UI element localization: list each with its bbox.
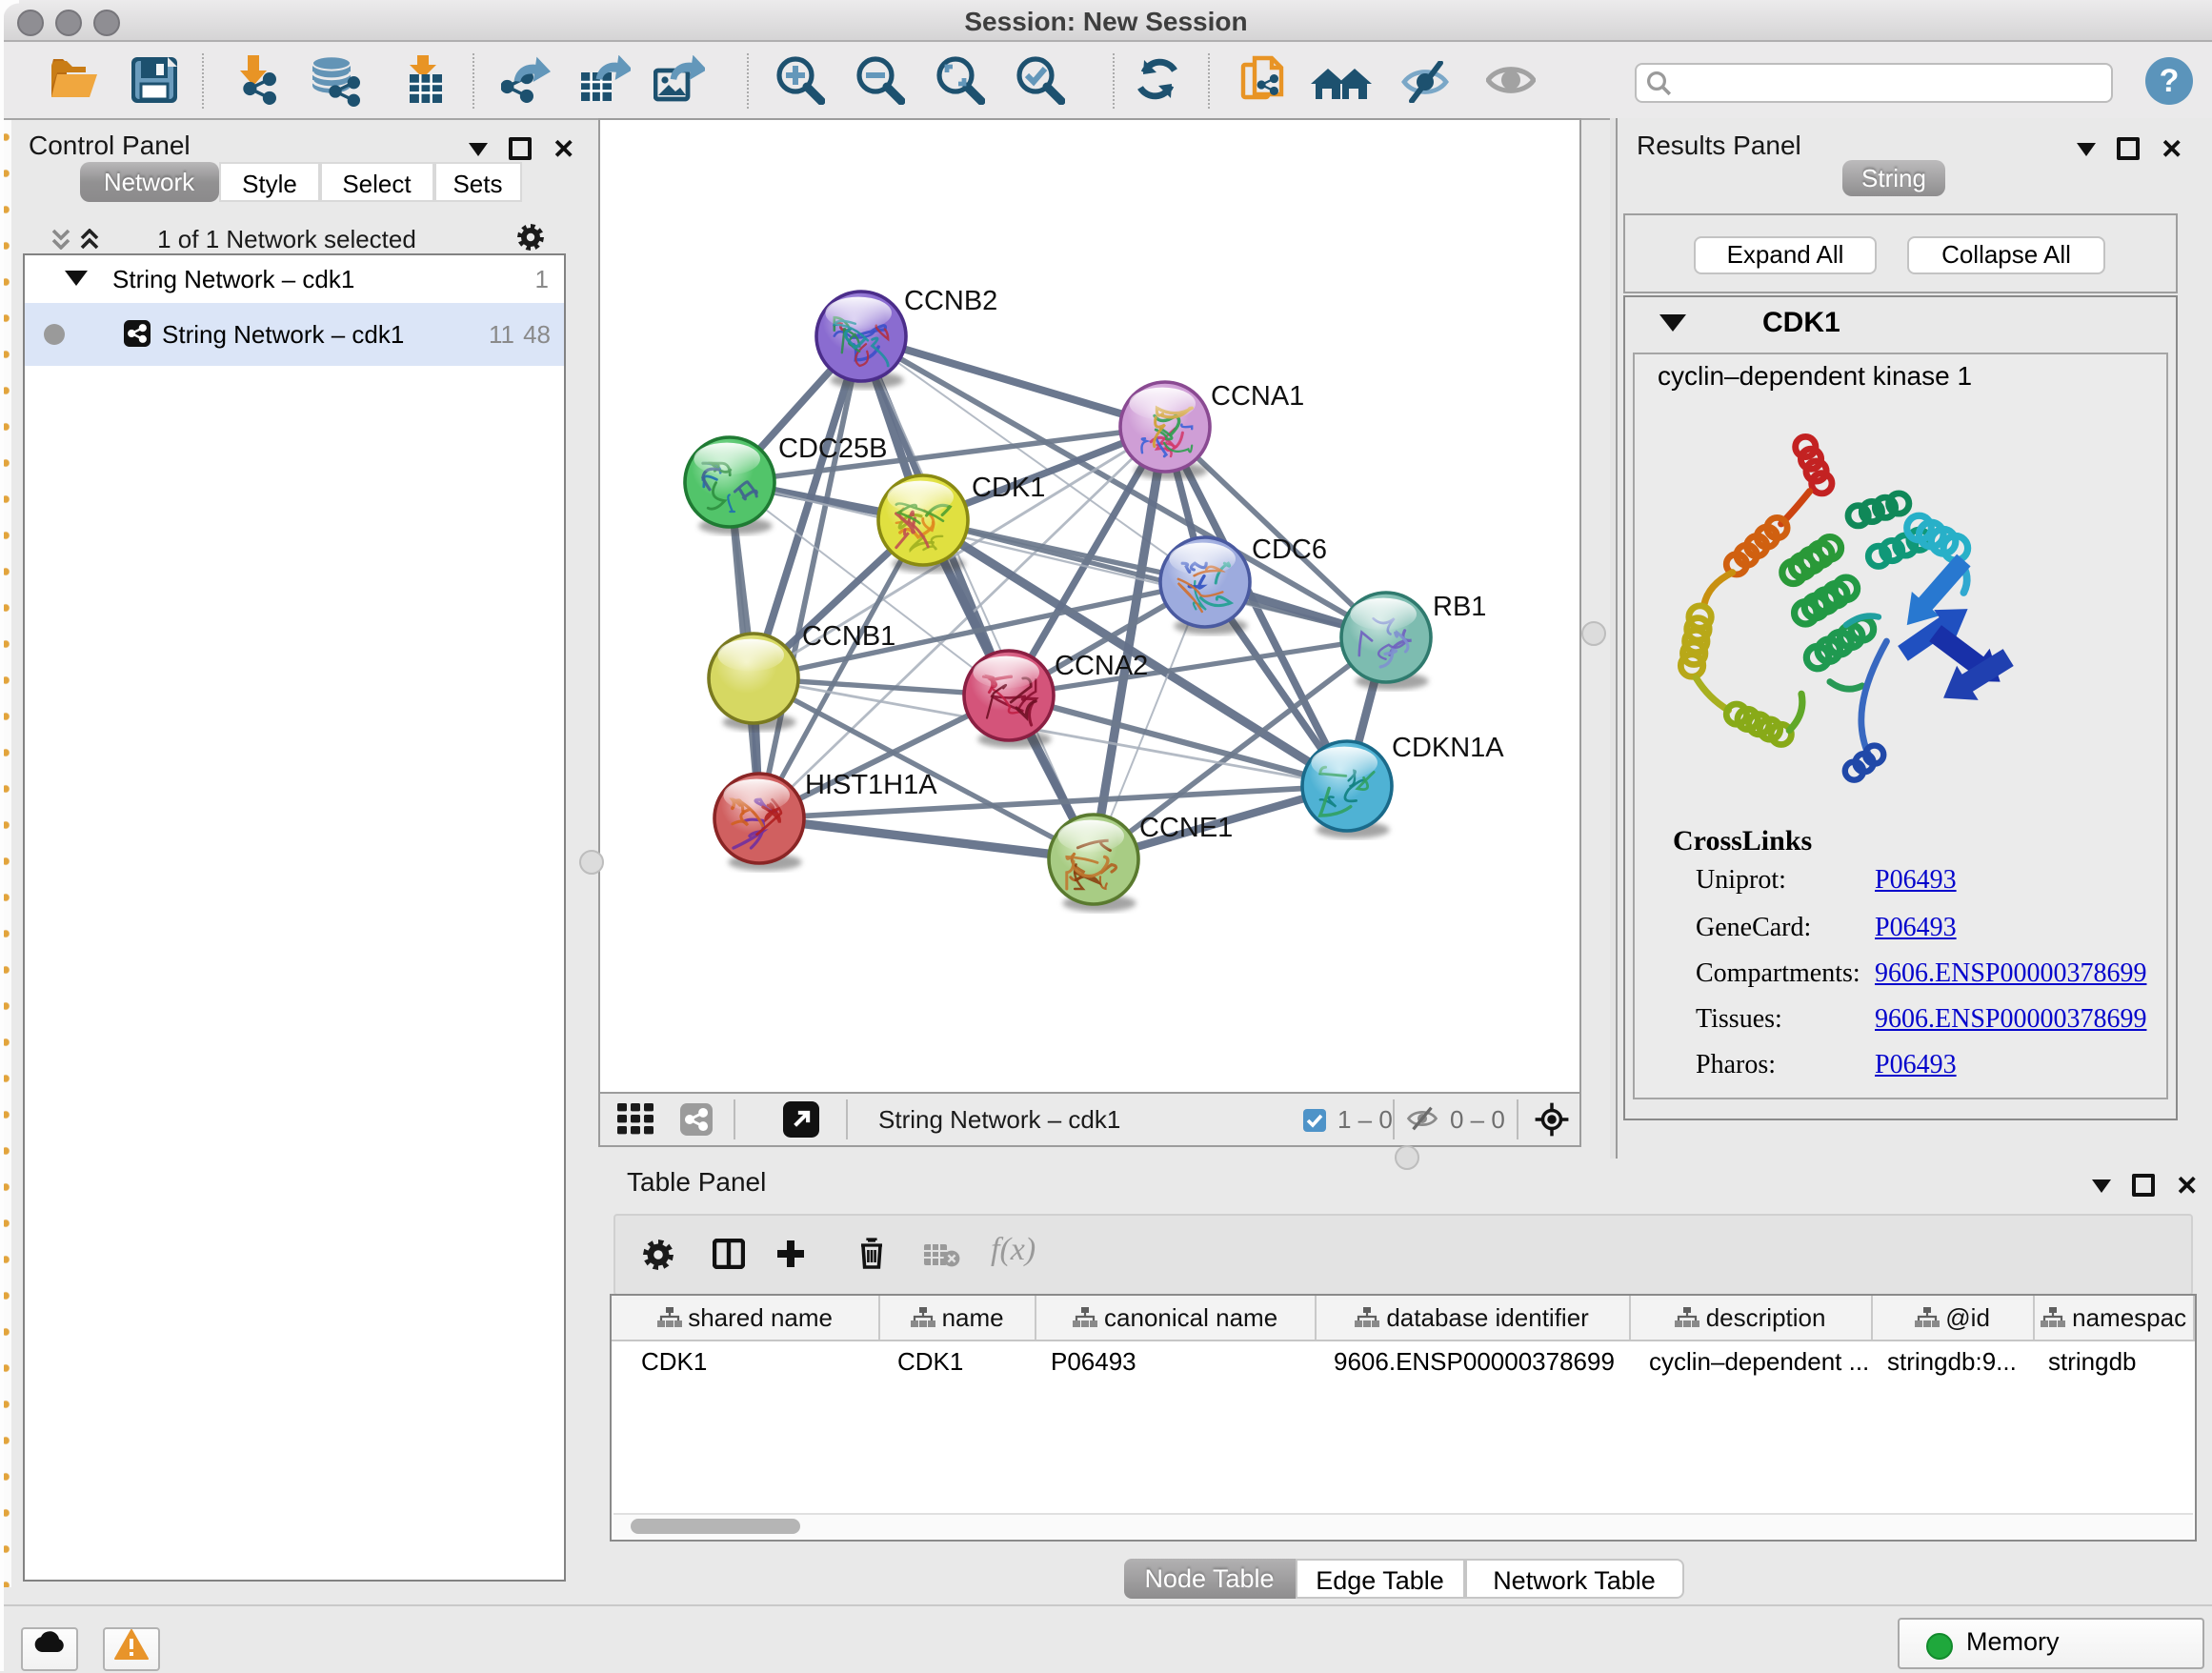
svg-text:CDC25B: CDC25B	[778, 433, 887, 464]
svg-text:CDKN1A: CDKN1A	[1392, 733, 1504, 763]
svg-text:CCNB1: CCNB1	[802, 621, 895, 652]
svg-text:CCNA2: CCNA2	[1055, 651, 1148, 681]
svg-text:CDK1: CDK1	[972, 473, 1045, 503]
svg-text:CCNB2: CCNB2	[904, 286, 997, 316]
svg-text:CCNE1: CCNE1	[1139, 813, 1233, 843]
svg-text:HIST1H1A: HIST1H1A	[805, 770, 937, 800]
svg-text:CCNA1: CCNA1	[1211, 381, 1304, 412]
svg-text:RB1: RB1	[1433, 592, 1486, 622]
svg-text:CDC6: CDC6	[1252, 534, 1327, 565]
